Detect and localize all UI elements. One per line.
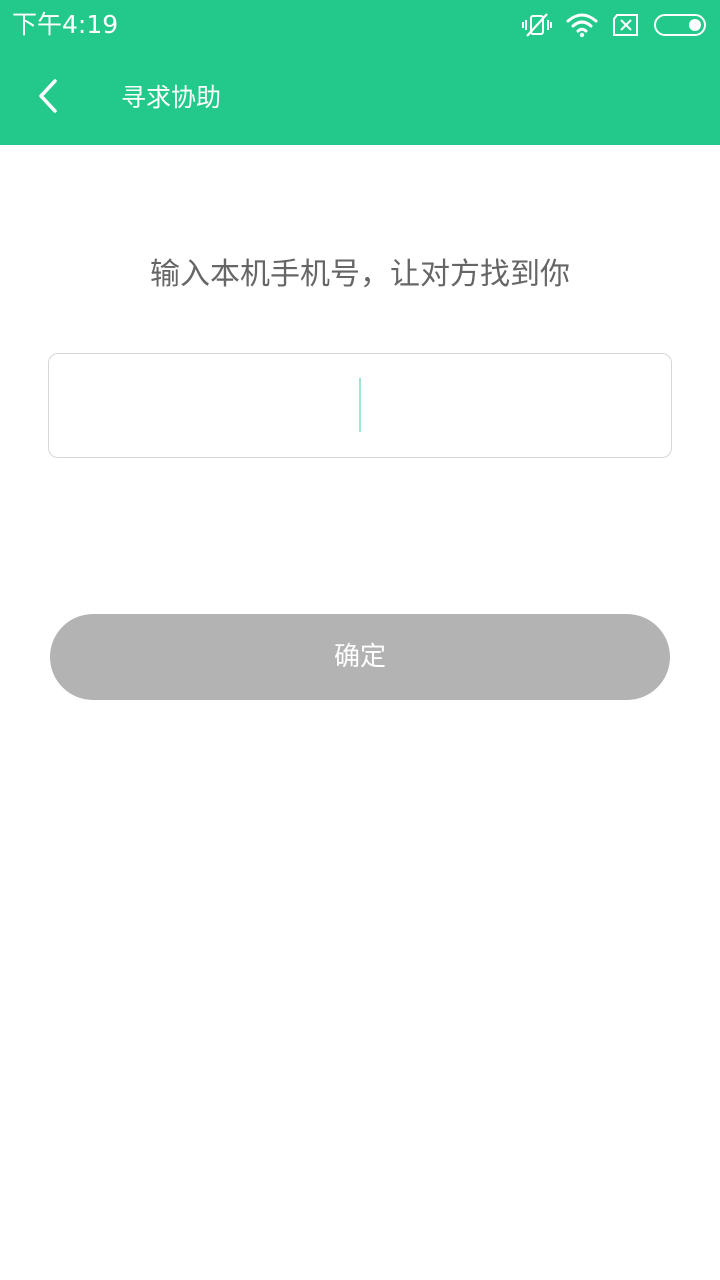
page-title: 寻求协助	[121, 83, 222, 112]
wifi-icon	[566, 12, 598, 38]
vibrate-off-icon	[522, 10, 552, 40]
phone-input-box	[48, 353, 672, 458]
back-button[interactable]	[22, 72, 74, 124]
confirm-button[interactable]: 确定	[50, 614, 670, 700]
status-bar: 下午4:19	[0, 0, 720, 50]
app-header: 寻求协助	[0, 50, 720, 145]
status-time: 下午4:19	[12, 10, 119, 39]
prompt-text: 输入本机手机号，让对方找到你	[150, 257, 570, 292]
no-sim-icon	[612, 13, 640, 37]
chevron-left-icon	[36, 78, 60, 118]
screen: 下午4:19 寻求协助 输入本机手机号，让对方找到你 确定	[0, 0, 720, 1280]
text-caret	[359, 378, 361, 432]
battery-icon	[654, 14, 708, 36]
status-icons	[522, 10, 708, 40]
